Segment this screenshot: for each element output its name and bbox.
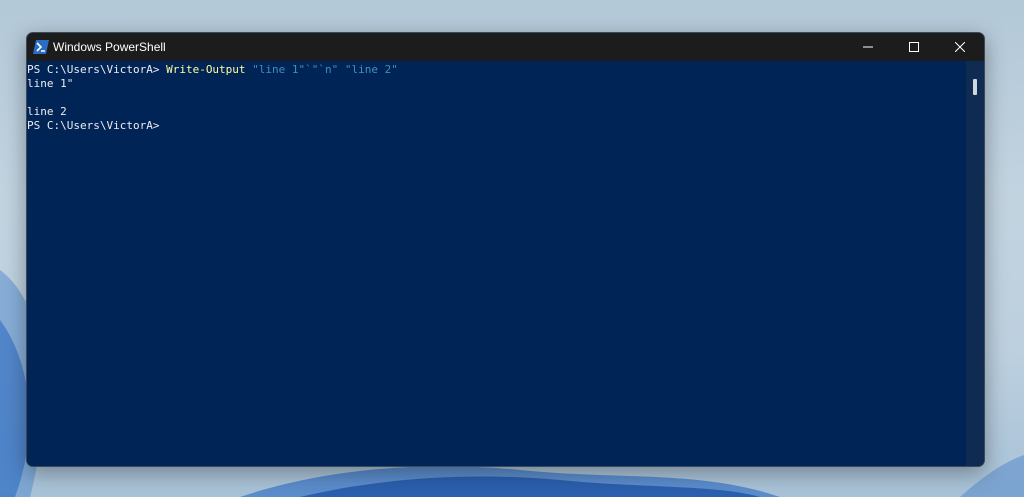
powershell-icon [33,40,49,54]
close-icon [955,42,965,52]
command-argument: "line 1"`"`n" "line 2" [245,63,398,76]
output-line: line 1" [27,77,74,90]
output-line: line 2 [27,105,67,118]
window-title: Windows PowerShell [53,40,166,54]
minimize-button[interactable] [845,33,891,61]
command-line: PS C:\Users\VictorA> Write-Output "line … [27,63,398,77]
scrollbar-thumb[interactable] [973,79,977,95]
title-bar[interactable]: Windows PowerShell [27,33,984,61]
powershell-window: Windows PowerShell PS C:\Users\VictorA> … [26,32,985,467]
prompt: PS C:\Users\VictorA> [27,63,167,76]
maximize-button[interactable] [891,33,937,61]
final-prompt: PS C:\Users\VictorA> [27,119,160,132]
console-output[interactable]: PS C:\Users\VictorA> Write-Output "line … [27,61,966,466]
close-button[interactable] [937,33,983,61]
command-name: Write-Output [166,63,246,76]
minimize-icon [863,46,873,48]
vertical-scrollbar[interactable] [966,61,984,466]
maximize-icon [909,42,919,52]
